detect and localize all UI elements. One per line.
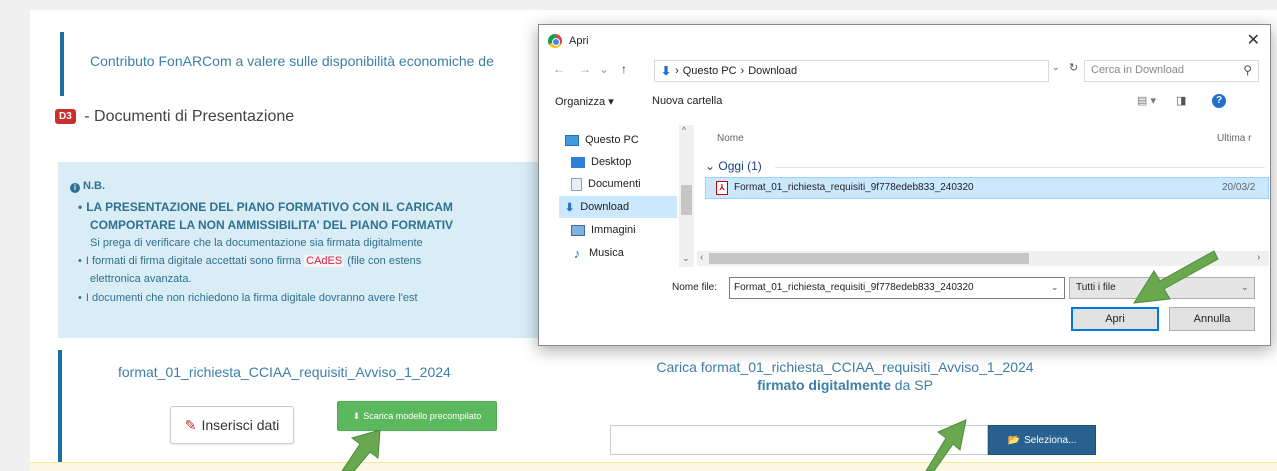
scroll-down-icon[interactable]: ⌄ [682, 253, 690, 264]
document-left-panel: format_01_richiesta_CCIAA_requisiti_Avvi… [58, 350, 558, 465]
scroll-up-icon[interactable]: ^ [682, 125, 686, 135]
nb-bold-line-1: • LA PRESENTAZIONE DEL PIANO FORMATIVO CO… [78, 200, 453, 214]
file-row[interactable]: ⅄ Format_01_richiesta_requisiti_9f778ede… [705, 177, 1269, 199]
nav-item-desktop[interactable]: Desktop [571, 151, 631, 173]
contributo-box: Contributo FonARCom a valere sulle dispo… [60, 32, 580, 96]
scarica-modello-button[interactable]: ⬇ Scarica modello precompilato [337, 401, 497, 431]
refresh-icon[interactable]: ↻ [1069, 61, 1078, 74]
group-header-oggi[interactable]: ⌄ Oggi (1) [705, 159, 762, 173]
column-header-nome[interactable]: Nome [717, 133, 744, 144]
nav-scroll-thumb[interactable] [681, 185, 692, 215]
dialog-titlebar: Apri ✕ [539, 25, 1270, 55]
music-icon: ♪ [573, 245, 581, 261]
download-icon: ⬇ [565, 201, 575, 214]
preview-pane-icon[interactable]: ◨ [1176, 94, 1186, 107]
nb-line-6: • I documenti che non richiedono la firma… [78, 292, 418, 304]
scroll-right-icon[interactable]: › [1257, 252, 1260, 263]
nav-item-musica[interactable]: ♪ Musica [571, 242, 624, 264]
download-folder-icon: ⬇ [661, 64, 672, 78]
dialog-title: Apri [569, 35, 589, 47]
breadcrumb-questo-pc[interactable]: Questo PC [683, 65, 737, 77]
upload-title-suffix: da SP [894, 377, 933, 393]
nav-item-documenti[interactable]: Documenti [571, 173, 641, 195]
document-name: format_01_richiesta_CCIAA_requisiti_Avvi… [118, 364, 451, 380]
nb-bold-line-2: COMPORTARE LA NON AMMISSIBILITA' DEL PIA… [90, 218, 454, 232]
back-arrow-icon[interactable]: ← [553, 62, 565, 76]
contributo-text: Contributo FonARCom a valere sulle dispo… [90, 53, 494, 69]
file-type-dropdown-icon[interactable]: ⌄ [1241, 282, 1249, 293]
open-file-dialog: Apri ✕ ← → ⌄ ↑ ⬇ › Questo PC › Download … [538, 24, 1271, 346]
section-heading: D3 - Documenti di Presentazione [55, 108, 294, 126]
documents-icon [571, 177, 582, 191]
breadcrumb-download[interactable]: Download [748, 65, 797, 77]
address-bar[interactable]: ⬇ › Questo PC › Download [654, 60, 1049, 82]
nb-line-3: Si prega di verificare che la documentaz… [90, 237, 423, 249]
up-arrow-icon[interactable]: ↑ [621, 62, 627, 76]
info-icon: i [70, 183, 80, 193]
cades-tag: CAdES [304, 255, 345, 267]
chevron-down-icon: ⌄ [705, 159, 716, 173]
desktop-icon [571, 156, 585, 168]
close-icon[interactable]: ✕ [1247, 30, 1260, 50]
file-list-horizontal-scrollbar[interactable]: ‹ › [697, 251, 1269, 266]
upload-title: Carica format_01_richiesta_CCIAA_requisi… [605, 358, 1085, 394]
search-input[interactable]: Cerca in Download ⚲ [1084, 60, 1259, 82]
dialog-nav-bar: ← → ⌄ ↑ ⬇ › Questo PC › Download ⌄ ↻ Cer… [539, 57, 1270, 83]
help-icon[interactable]: ? [1212, 94, 1226, 108]
view-options-icon[interactable]: ▤ ▾ [1137, 94, 1156, 107]
search-icon: ⚲ [1243, 63, 1252, 77]
nb-title: i N.B. [70, 180, 105, 193]
nome-file-dropdown-icon[interactable]: ⌄ [1051, 282, 1059, 293]
pdf-file-icon: ⅄ [716, 181, 728, 195]
apri-button[interactable]: Apri [1071, 307, 1159, 331]
bottom-warning-bar [30, 462, 1277, 471]
nb-alert-box: i N.B. • LA PRESENTAZIONE DEL PIANO FORMAT… [58, 162, 618, 338]
forward-arrow-icon[interactable]: → [579, 62, 591, 76]
download-icon: ⬇ [352, 410, 361, 421]
horizontal-scroll-thumb[interactable] [709, 253, 1029, 264]
file-list: Nome Ultima r ⌄ Oggi (1) ⅄ Format_01_ric… [697, 125, 1269, 265]
nav-item-immagini[interactable]: Immagini [571, 219, 636, 241]
annulla-button[interactable]: Annulla [1169, 307, 1255, 331]
pictures-icon [571, 224, 585, 236]
section-title: - Documenti di Presentazione [84, 108, 295, 125]
column-header-ultima-modifica[interactable]: Ultima r [1217, 133, 1251, 144]
file-type-select[interactable]: Tutti i file [1069, 277, 1255, 299]
upload-title-bold: firmato digitalmente [757, 377, 891, 393]
address-dropdown-icon[interactable]: ⌄ [1052, 62, 1060, 73]
nome-file-label: Nome file: [672, 282, 718, 293]
seleziona-button[interactable]: 📂 Seleziona... [988, 425, 1096, 455]
computer-icon [565, 134, 579, 146]
nb-line-4: • I formati di firma digitale accettati s… [78, 255, 422, 267]
nome-file-input[interactable]: Format_01_richiesta_requisiti_9f778edeb8… [729, 277, 1065, 299]
nav-pane-scrollbar[interactable]: ^ ⌄ [679, 125, 694, 267]
file-name: Format_01_richiesta_requisiti_9f778edeb8… [734, 182, 974, 193]
nuova-cartella-button[interactable]: Nuova cartella [652, 95, 722, 107]
command-bar: Organizza ▾ Nuova cartella ▤ ▾ ◨ ? [539, 91, 1270, 113]
nav-item-download[interactable]: ⬇ Download [559, 196, 677, 218]
organizza-button[interactable]: Organizza ▾ [555, 95, 614, 108]
folder-open-icon: 📂 [1007, 434, 1021, 446]
nb-title-text: N.B. [83, 180, 105, 192]
file-date: 20/03/2 [1222, 182, 1256, 193]
upload-title-line1: Carica format_01_richiesta_CCIAA_requisi… [656, 359, 1034, 375]
nav-item-questo-pc[interactable]: Questo PC [565, 129, 639, 151]
chrome-icon [548, 34, 562, 48]
section-badge: D3 [55, 109, 76, 124]
inserisci-dati-button[interactable]: ✎ Inserisci dati [170, 406, 294, 444]
nb-line-5: elettronica avanzata. [90, 273, 192, 285]
recent-dropdown-icon[interactable]: ⌄ [599, 62, 609, 76]
scroll-left-icon[interactable]: ‹ [700, 252, 703, 263]
navigation-pane: Questo PC Desktop Documenti ⬇ Download Im… [559, 125, 694, 270]
group-divider [775, 167, 1265, 168]
pencil-icon: ✎ [184, 416, 197, 433]
upload-file-input[interactable] [610, 425, 988, 455]
